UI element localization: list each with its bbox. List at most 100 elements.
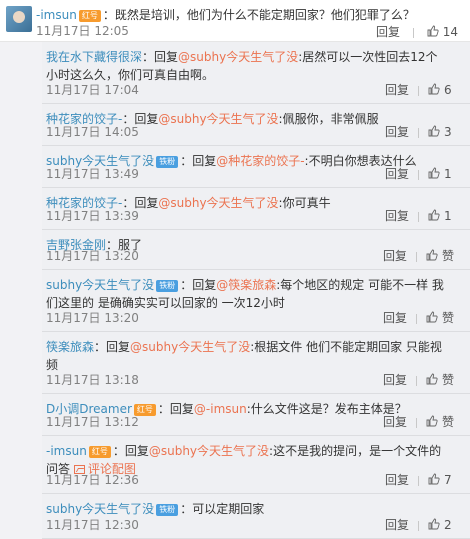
reply-text: subhy今天生气了没 铁粉 ：回复@筷楽旅森:每个地区的规定 可能不一样 我们这里… [46,276,444,312]
reply-button[interactable]: 回复 [385,166,409,182]
like-button[interactable]: 1 [428,166,454,182]
reply-username[interactable]: 筷楽旅森 [46,340,94,354]
reply-username[interactable]: subhy今天生气了没 [46,278,154,292]
reply-item: subhy今天生气了没 铁粉 ：回复@筷楽旅森:每个地区的规定 可能不一样 我们这里… [42,270,470,332]
reply-username[interactable]: -imsun [46,444,87,458]
reply-prefix: ：回复 [94,340,131,354]
thumbs-up-icon [428,83,440,95]
reply-actions: 回复 赞 [383,414,454,430]
divider [415,417,417,428]
reply-meta: 11月17日 14:05 回复 3 [46,124,466,140]
reply-item: 吉野张金刚：服了 11月17日 13:20 回复赞 [42,230,470,270]
reply-meta: 11月17日 17:04 回复 6 [46,82,466,98]
avatar[interactable] [6,6,32,32]
like-button[interactable]: 7 [428,472,454,488]
timestamp: 11月17日 13:18 [46,373,139,387]
reply-item: 种花家的饺子-：回复@subhy今天生气了没:佩服你，非常佩服 11月17日 14… [42,104,470,146]
like-button[interactable]: 2 [428,517,454,533]
like-count: 7 [444,473,452,487]
thumbs-up-icon [428,473,440,485]
vip-badge: 红号 [88,445,111,458]
top-comment-actions: 回复 14 [376,24,458,40]
divider [415,375,417,386]
like-button[interactable]: 赞 [426,310,454,326]
reply-button[interactable]: 回复 [385,82,409,98]
timestamp: 11月17日 12:30 [46,518,139,532]
reply-meta: 11月17日 13:49 回复 1 [46,166,466,182]
reply-meta: 11月17日 13:12 回复 赞 [46,414,466,430]
reply-meta: 11月17日 12:36 回复 7 [46,472,466,488]
reply-button[interactable]: 回复 [385,208,409,224]
divider [418,475,419,486]
like-count: 赞 [441,311,454,325]
top-comment-meta: 11月17日 12:05 [36,24,129,38]
reply-prefix: ：回复 [142,50,179,64]
thumbs-up-icon [428,518,440,530]
divider [418,211,419,222]
thumbs-up-icon [426,311,438,323]
fan-badge: 铁粉 [156,279,179,292]
top-comment-username[interactable]: -imsun [36,8,77,22]
reply-item: 我在水下藏得很深：回复@subhy今天生气了没:居然可以一次性回去12个小时这么… [42,42,470,104]
like-count: 14 [442,25,458,39]
top-comment: -imsun 红号 ：既然是培训，他们为什么不能定期回家？他们犯罪了么？ 11月17… [0,0,470,42]
divider [418,169,419,180]
mention-link[interactable]: @subhy今天生气了没 [178,50,298,64]
like-button[interactable]: 14 [427,24,458,40]
reply-actions: 回复 2 [385,517,454,533]
reply-text: subhy今天生气了没 铁粉 ：可以定期回家 [46,500,444,518]
reply-item: D小调Dreamer 红号 ：回复@-imsun:什么文件这是？发布主体是？ 11月1… [42,394,470,436]
like-count: 赞 [441,373,454,387]
like-count: 赞 [441,249,454,263]
like-count: 1 [444,209,452,223]
reply-meta: 11月17日 13:18 回复 赞 [46,372,466,388]
reply-item: 种花家的饺子-：回复@subhy今天生气了没:你可真牛 11月17日 13:39 回… [42,188,470,230]
thumbs-up-icon [428,125,440,137]
reply-prefix: ：回复 [112,444,149,458]
thumbs-up-icon [428,209,440,221]
divider [412,27,414,38]
reply-button[interactable]: 回复 [385,472,409,488]
like-button[interactable]: 3 [428,124,454,140]
reply-button[interactable]: 回复 [383,248,407,264]
reply-item: subhy今天生气了没 铁粉 ：可以定期回家 11月17日 12:30 回复 2 [42,494,470,539]
reply-button[interactable]: 回复 [385,124,409,140]
reply-actions: 回复 3 [385,124,454,140]
reply-prefix: ：可以定期回家 [180,502,265,516]
timestamp: 11月17日 13:49 [46,167,139,181]
reply-meta: 11月17日 12:30 回复 2 [46,517,466,533]
reply-actions: 回复 6 [385,82,454,98]
reply-actions: 回复 1 [385,208,454,224]
mention-link[interactable]: @subhy今天生气了没 [130,340,250,354]
thumbs-up-icon [426,373,438,385]
reply-button[interactable]: 回复 [376,24,400,40]
like-button[interactable]: 赞 [426,372,454,388]
reply-text: 我在水下藏得很深：回复@subhy今天生气了没:居然可以一次性回去12个小时这么… [46,48,444,84]
reply-actions: 回复 赞 [383,310,454,326]
reply-button[interactable]: 回复 [383,372,407,388]
reply-username[interactable]: 我在水下藏得很深 [46,50,142,64]
mention-link[interactable]: @筷楽旅森 [216,278,276,292]
timestamp: 11月17日 12:05 [36,24,129,38]
like-button[interactable]: 赞 [426,414,454,430]
like-button[interactable]: 赞 [426,248,454,264]
timestamp: 11月17日 13:39 [46,209,139,223]
reply-actions: 回复 赞 [383,248,454,264]
reply-list: 我在水下藏得很深：回复@subhy今天生气了没:居然可以一次性回去12个小时这么… [42,42,470,539]
like-button[interactable]: 1 [428,208,454,224]
timestamp: 11月17日 17:04 [46,83,139,97]
reply-username[interactable]: subhy今天生气了没 [46,502,154,516]
reply-item: -imsun 红号 ：回复@subhy今天生气了没:这不是我的提问，是一个文件的问答… [42,436,470,494]
reply-actions: 回复 赞 [383,372,454,388]
reply-button[interactable]: 回复 [385,517,409,533]
reply-button[interactable]: 回复 [383,310,407,326]
comment-thread: -imsun 红号 ：既然是培训，他们为什么不能定期回家？他们犯罪了么？ 11月17… [0,0,470,539]
vip-badge: 红号 [78,9,101,22]
reply-button[interactable]: 回复 [383,414,407,430]
divider [415,313,417,324]
like-count: 3 [444,125,452,139]
mention-link[interactable]: @subhy今天生气了没 [149,444,269,458]
like-button[interactable]: 6 [428,82,454,98]
timestamp: 11月17日 14:05 [46,125,139,139]
fan-badge: 铁粉 [156,503,179,516]
